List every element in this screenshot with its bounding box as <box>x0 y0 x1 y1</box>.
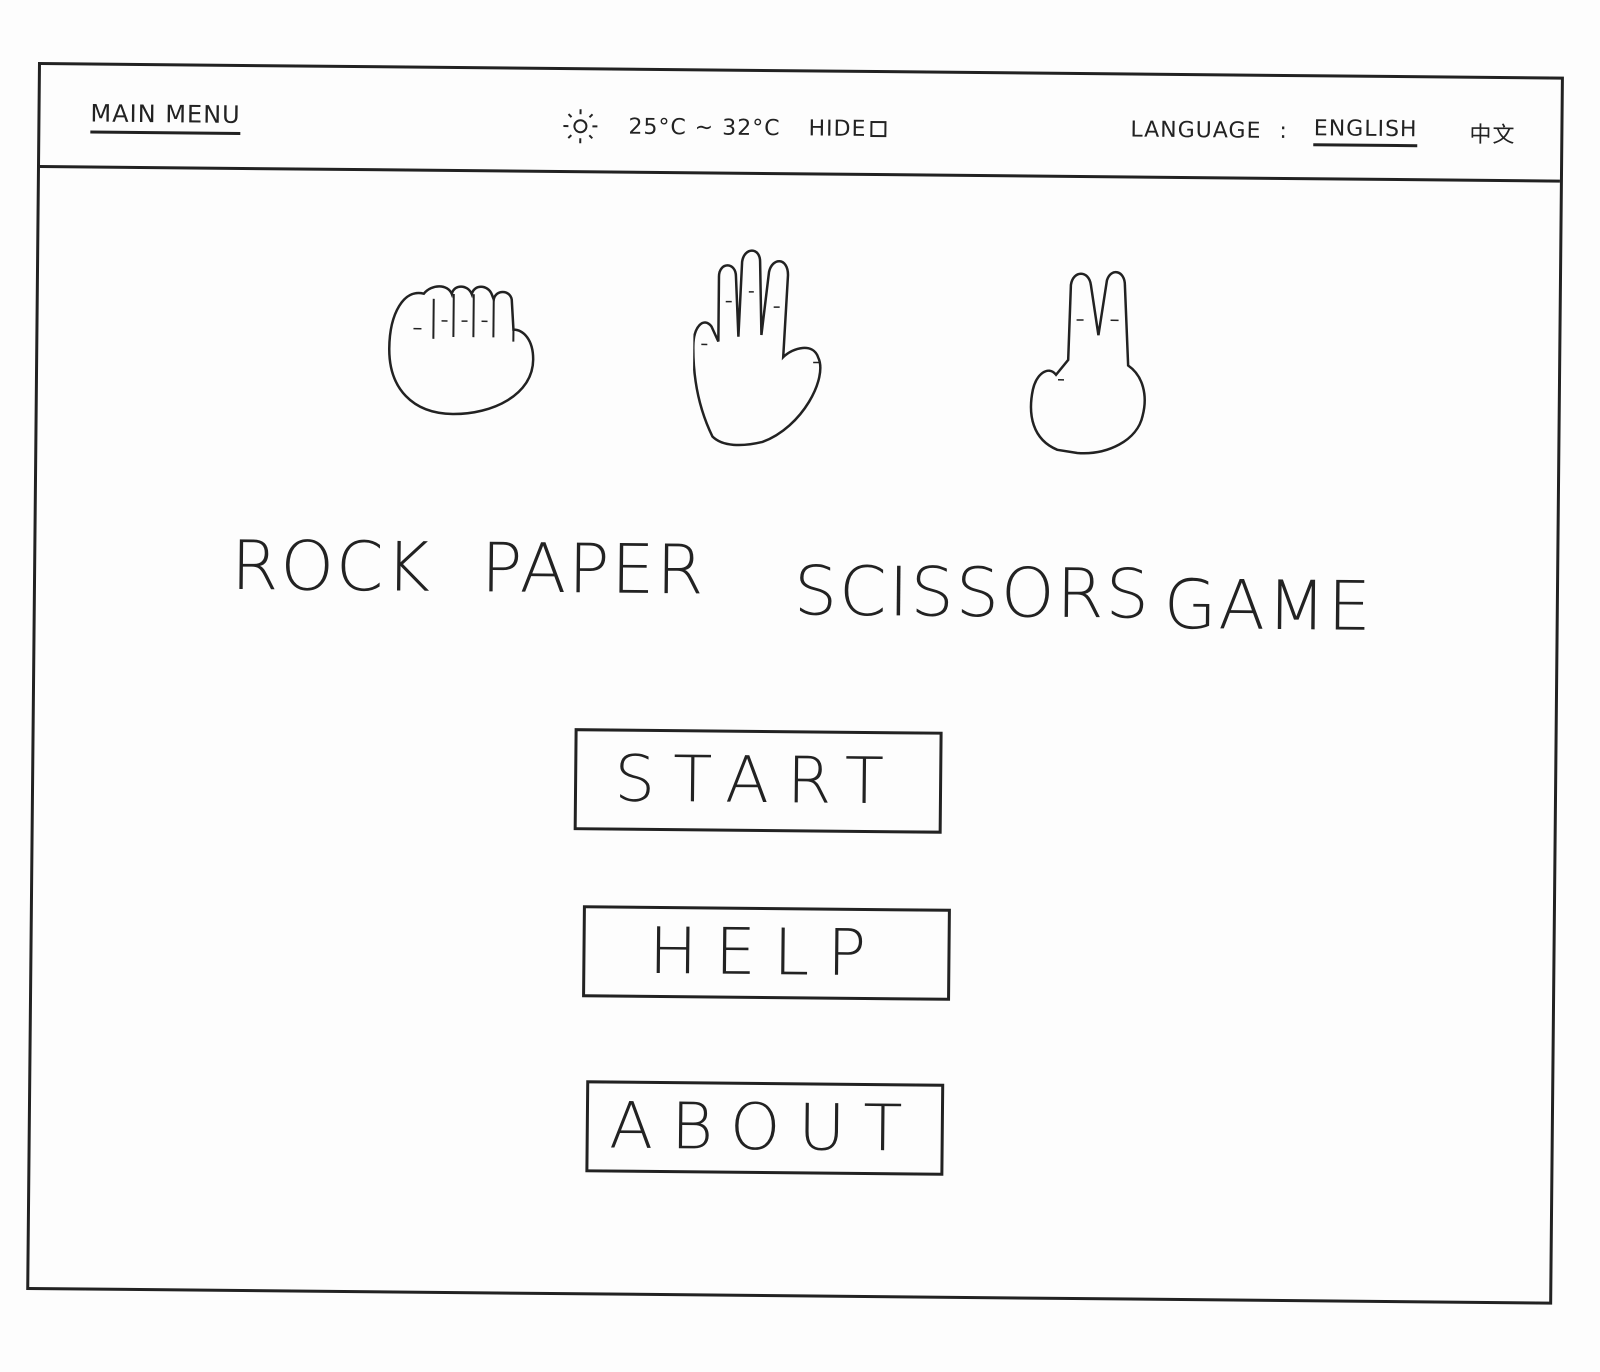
temperature-range: 25°C ~ 32°C <box>628 114 781 141</box>
language-option-chinese[interactable]: 中文 <box>1469 117 1515 149</box>
language-option-english[interactable]: ENGLISH <box>1313 116 1418 148</box>
hide-weather-toggle[interactable]: HIDE <box>808 115 887 142</box>
main-menu-link[interactable]: MAIN MENU <box>90 99 241 135</box>
hide-checkbox[interactable] <box>870 120 887 138</box>
title-word-scissors: SCISSORS <box>793 552 1152 635</box>
language-label: LANGUAGE <box>1130 116 1262 144</box>
app-window: MAIN MENU 25°C ~ 32°C HIDE LANGUAGE : EN… <box>26 62 1564 1305</box>
language-separator: : <box>1279 118 1288 144</box>
paper-hand-icon <box>692 249 822 447</box>
title-word-rock: ROCK <box>230 526 433 608</box>
about-button[interactable]: ABOUT <box>585 1080 945 1176</box>
hide-label: HIDE <box>808 115 867 142</box>
game-title: ROCK PAPER SCISSORS GAME <box>35 525 1556 660</box>
start-button[interactable]: START <box>573 728 943 834</box>
language-selector: LANGUAGE : ENGLISH 中文 <box>1130 113 1516 149</box>
help-button[interactable]: HELP <box>582 905 951 1001</box>
rock-hand-icon <box>388 285 535 416</box>
scissors-hand-icon <box>1029 271 1146 455</box>
hand-icons-row <box>37 215 1559 470</box>
top-bar: MAIN MENU 25°C ~ 32°C HIDE LANGUAGE : EN… <box>39 65 1561 183</box>
weather-widget: 25°C ~ 32°C HIDE <box>560 106 887 149</box>
sun-icon <box>563 109 598 144</box>
title-word-paper: PAPER <box>480 529 706 611</box>
title-word-game: GAME <box>1163 565 1374 647</box>
